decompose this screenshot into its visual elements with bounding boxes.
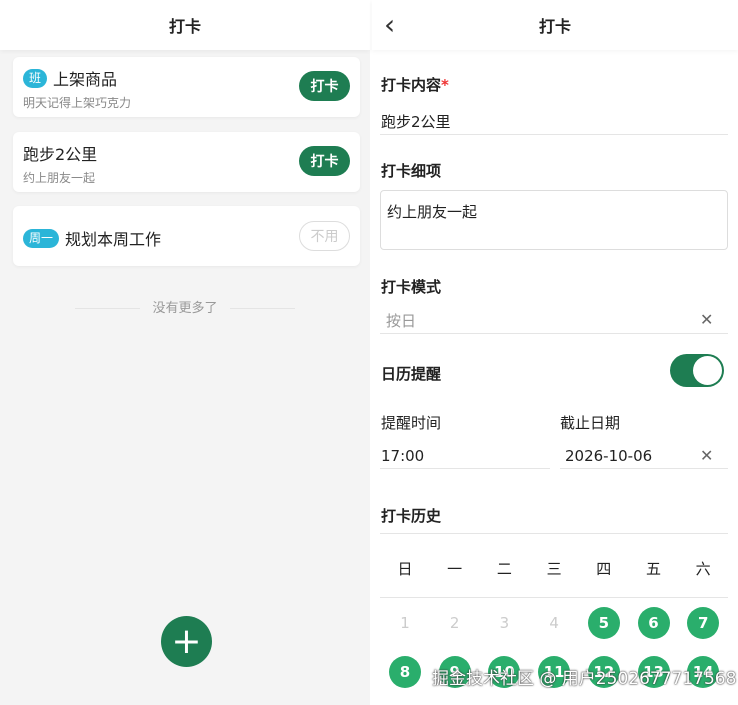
reminder-label: 日历提醒	[381, 365, 442, 383]
checkin-button[interactable]: 打卡	[299, 146, 350, 176]
page-title: 打卡	[168, 17, 201, 36]
clear-icon[interactable]: ✕	[700, 310, 713, 329]
list-item[interactable]: 跑步2公里 约上朋友一起 打卡	[13, 132, 360, 192]
weekday-header: 五	[645, 560, 661, 578]
clear-icon[interactable]: ✕	[700, 446, 713, 465]
calendar-day[interactable]: 4	[538, 607, 570, 639]
end-date-input[interactable]: 2026-10-06	[565, 447, 652, 465]
item-subtitle: 明天记得上架巧克力	[23, 96, 132, 110]
item-subtitle: 约上朋友一起	[23, 171, 96, 185]
checkin-list-screen: 打卡 班上架商品 明天记得上架巧克力 打卡 跑步2公里 约上朋友一起 打卡 周一…	[0, 0, 370, 705]
page-title: 打卡	[538, 17, 571, 36]
calendar-day[interactable]: 8	[389, 656, 421, 688]
weekday-header: 日	[397, 560, 413, 578]
weekday-header: 四	[596, 560, 612, 578]
item-title: 上架商品	[53, 70, 118, 89]
reminder-toggle[interactable]	[670, 354, 724, 387]
weekday-header: 一	[447, 560, 463, 578]
list-item[interactable]: 班上架商品 明天记得上架巧克力 打卡	[13, 57, 360, 117]
calendar-day[interactable]: 1	[389, 607, 421, 639]
list-item[interactable]: 周一 规划本周工作 不用	[13, 206, 360, 266]
item-tag: 班	[23, 68, 48, 88]
skip-button[interactable]: 不用	[299, 221, 350, 251]
time-input[interactable]: 17:00	[381, 447, 424, 465]
required-mark: *	[441, 76, 449, 94]
calendar-day[interactable]: 6	[637, 607, 670, 639]
history-label: 打卡历史	[381, 507, 442, 525]
calendar-day[interactable]: 5	[587, 607, 620, 639]
checkin-button[interactable]: 打卡	[299, 71, 350, 101]
weekday-header: 三	[546, 560, 562, 578]
list-header: 打卡	[0, 0, 370, 50]
detail-textarea[interactable]: 约上朋友一起	[380, 190, 728, 250]
calendar-day[interactable]: 2	[439, 607, 471, 639]
time-label: 提醒时间	[381, 414, 442, 432]
item-title: 跑步2公里	[23, 145, 98, 164]
calendar-day[interactable]: 3	[488, 607, 520, 639]
calendar-day[interactable]: 7	[687, 607, 720, 639]
checkin-detail-screen: ‹ 打卡 打卡内容* 跑步2公里 打卡细项 约上朋友一起 打卡模式 按日 ✕ 日…	[372, 0, 738, 705]
detail-label: 打卡细项	[381, 162, 442, 180]
item-tag: 周一	[23, 228, 60, 248]
no-more-text: 没有更多了	[0, 297, 370, 316]
content-input[interactable]: 跑步2公里	[381, 111, 451, 132]
weekday-header: 六	[695, 560, 711, 578]
watermark: 掘金技术社区 @ 用户2502677717568	[432, 669, 737, 689]
mode-label: 打卡模式	[381, 278, 442, 296]
mode-select[interactable]: 按日	[386, 310, 416, 331]
detail-header: ‹ 打卡	[372, 0, 738, 50]
content-label: 打卡内容*	[381, 76, 449, 94]
back-icon[interactable]: ‹	[384, 8, 395, 41]
weekday-header: 二	[496, 560, 512, 578]
add-button[interactable]: +	[161, 616, 212, 667]
item-title: 规划本周工作	[65, 230, 162, 249]
end-date-label: 截止日期	[560, 414, 621, 432]
